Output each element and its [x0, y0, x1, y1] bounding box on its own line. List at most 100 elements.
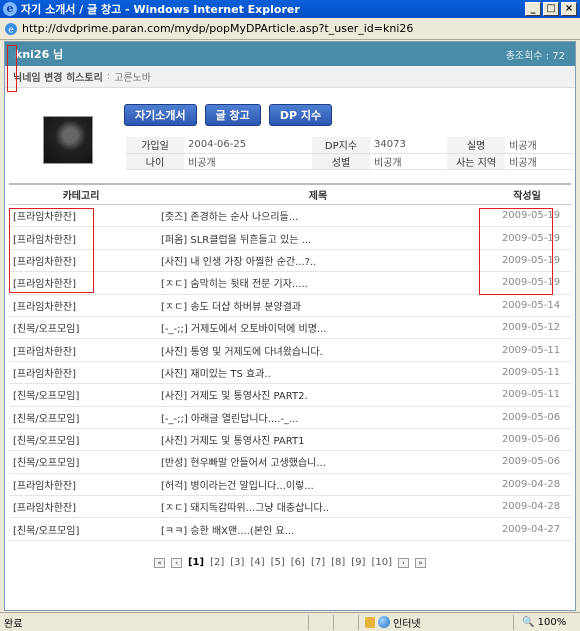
row-date: 2009-05-14 [501, 299, 561, 311]
row-category[interactable]: [친목/오프모임] [9, 432, 161, 447]
status-bar: 완료 인터넷 🔍 100% [0, 612, 580, 631]
row-subject-link[interactable]: [퍼옴] SLR클럽을 뒤흔들고 있는 ... [161, 231, 491, 246]
row-subject-link[interactable]: [반성] 현우빠말 안들어서 고생했습니... [161, 454, 491, 469]
page-link-1[interactable]: [1] [188, 557, 204, 568]
status-text: 완료 [4, 618, 23, 630]
page-link-10[interactable]: [10] [371, 557, 392, 568]
url-text[interactable]: http://dvdprime.paran.com/mydp/popMyDPAr… [22, 22, 576, 35]
highlight-box-categories [9, 208, 94, 293]
dp-index-button[interactable]: DP 지수 [268, 104, 333, 126]
globe-icon [378, 616, 390, 628]
join-label: 가입일 [126, 137, 184, 154]
page-link-5[interactable]: [5] [271, 557, 285, 568]
row-subject-link[interactable]: [-_-;;] 거제도에서 오토바이덕에 비명... [161, 320, 491, 335]
row-date: 2009-05-06 [501, 434, 561, 446]
profile-tabs: 자기소개서 글 창고 DP 지수 [124, 104, 333, 126]
avatar [43, 116, 93, 164]
row-subject-link[interactable]: [ㅋㅋ] 승한 배X맨....(본인 요... [161, 522, 491, 537]
dp-value: 34073 [370, 137, 448, 154]
realname-label: 실명 [447, 137, 506, 154]
history-separator: : [106, 71, 111, 82]
page-link-8[interactable]: [8] [331, 557, 345, 568]
maximize-button[interactable]: □ [543, 2, 559, 16]
row-subject-link[interactable]: [사진] 거제도 및 통영사진 PART1 [161, 432, 491, 447]
close-button[interactable]: × [561, 2, 577, 16]
row-date: 2009-05-11 [501, 389, 561, 401]
row-subject-link[interactable]: [-_-;;] 아래글 열린답니다....-_... [161, 410, 491, 425]
last-page-button[interactable]: » [415, 557, 426, 568]
row-subject-link[interactable]: [즛즈] 존경하는 순사 나으리들... [161, 208, 491, 223]
date-header: 작성일 [513, 191, 541, 202]
row-subject-link[interactable]: [사진] 통영 및 거제도에 다녀왔습니다. [161, 343, 491, 358]
row-subject-link[interactable]: [ㅈㄷ] 숨막히는 뒷태 전문 기자..... [161, 275, 491, 290]
page-link-3[interactable]: [3] [230, 557, 244, 568]
table-row: [프라임차한잔] [허걱] 병이라는건 말입니다...이렇... 2009-04… [9, 474, 571, 497]
lock-icon [365, 616, 375, 628]
row-subject-link[interactable]: [ㅈㄷ] 송도 더샵 하버뷰 분양결과 [161, 298, 491, 313]
next-page-button[interactable]: › [398, 557, 409, 568]
row-subject-link[interactable]: [사진] 내 인생 가장 아찔한 순간...?.. [161, 253, 491, 268]
realname-value: 비공개 [505, 137, 574, 154]
status-divider [358, 614, 359, 630]
row-subject-link[interactable]: [사진] 거제도 및 통영사진 PART2. [161, 387, 491, 402]
row-date: 2009-05-12 [501, 322, 561, 334]
page-link-7[interactable]: [7] [311, 557, 325, 568]
row-category[interactable]: [프라임차한잔] [9, 298, 161, 313]
security-zone[interactable]: 인터넷 [361, 615, 511, 630]
row-category[interactable]: [프라임차한잔] [9, 365, 161, 380]
row-category[interactable]: [프라임차한잔] [9, 343, 161, 358]
join-value: 2004-06-25 [184, 137, 312, 154]
history-value: 고른노바 [114, 73, 151, 84]
region-label: 사는 지역 [447, 153, 506, 170]
gender-label: 성별 [312, 153, 370, 170]
zoom-control[interactable]: 🔍 100% [516, 617, 580, 628]
row-subject-link[interactable]: [허걱] 병이라는건 말입니다...이렇... [161, 477, 491, 492]
region-value: 비공개 [505, 153, 574, 170]
minimize-button[interactable]: _ [525, 2, 541, 16]
row-category[interactable]: [프라임차한잔] [9, 499, 161, 514]
row-category[interactable]: [친목/오프모임] [9, 387, 161, 402]
table-row: [친목/오프모임] [사진] 거제도 및 통영사진 PART2. 2009-05… [9, 384, 571, 407]
category-header: 카테고리 [62, 191, 100, 202]
gender-value: 비공개 [370, 153, 448, 170]
first-page-button[interactable]: « [153, 557, 165, 568]
row-date: 2009-05-11 [501, 366, 561, 378]
row-date: 2009-05-06 [501, 411, 561, 423]
highlight-box-header [7, 45, 17, 92]
dp-label: DP지수 [312, 137, 370, 154]
row-category[interactable]: [친목/오프모임] [9, 522, 161, 537]
row-subject-link[interactable]: [사진] 재미있는 TS 효과.. [161, 365, 491, 380]
intro-button[interactable]: 자기소개서 [124, 104, 197, 126]
prev-page-button[interactable]: ‹ [170, 557, 182, 568]
status-divider [308, 614, 309, 630]
nickname-history: 닉네임 변경 히스토리 : 고른노바 [5, 66, 575, 88]
table-row: [친목/오프모임] [-_-;;] 거제도에서 오토바이덕에 비명... 200… [9, 317, 571, 340]
username: kni26 님 [15, 48, 64, 61]
status-divider [333, 614, 334, 630]
row-category[interactable]: [친목/오프모임] [9, 320, 161, 335]
window-title: 자기 소개서 / 글 창고 - Windows Internet Explore… [21, 3, 300, 16]
table-row: [프라임차한잔] [ㅈㄷ] 송도 더샵 하버뷰 분양결과 2009-05-14 [9, 295, 571, 317]
row-subject-link[interactable]: [ㅈㄷ] 돼지독감따위...그냥 대충삽니다.. [161, 499, 491, 514]
row-category[interactable]: [친목/오프모임] [9, 454, 161, 469]
row-date: 2009-05-06 [501, 456, 561, 468]
row-category[interactable]: [친목/오프모임] [9, 410, 161, 425]
row-category[interactable]: [프라임차한잔] [9, 477, 161, 492]
history-label: 닉네임 변경 히스토리 [13, 73, 103, 84]
age-label: 나이 [126, 153, 184, 170]
subject-header: 제목 [308, 191, 328, 202]
page-link-6[interactable]: [6] [291, 557, 305, 568]
page-content: kni26 님 총조회수 : 72 닉네임 변경 히스토리 : 고른노바 자기소… [4, 41, 576, 611]
page-link-4[interactable]: [4] [250, 557, 264, 568]
status-divider [513, 614, 514, 630]
articles-button[interactable]: 글 창고 [204, 104, 261, 126]
table-row: [프라임차한잔] [ㅈㄷ] 돼지독감따위...그냥 대충삽니다.. 2009-0… [9, 496, 571, 519]
pagination: « ‹ [1] [2] [3] [4] [5] [6] [7] [8] [9] … [5, 557, 575, 568]
page-link-9[interactable]: [9] [351, 557, 365, 568]
highlight-box-dates [479, 208, 553, 295]
page-icon: e [5, 22, 17, 35]
page-link-2[interactable]: [2] [210, 557, 224, 568]
address-bar[interactable]: e http://dvdprime.paran.com/mydp/popMyDP… [0, 18, 580, 40]
svg-text:e: e [8, 25, 13, 35]
table-row: [친목/오프모임] [사진] 거제도 및 통영사진 PART1 2009-05-… [9, 429, 571, 452]
